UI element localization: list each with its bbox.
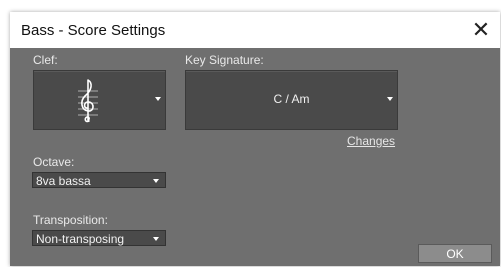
chevron-down-icon xyxy=(387,97,393,101)
transposition-dropdown[interactable]: Non-transposing xyxy=(32,230,166,246)
clef-label: Clef: xyxy=(33,53,58,67)
clef-selector[interactable] xyxy=(33,70,166,130)
transposition-value: Non-transposing xyxy=(36,232,125,246)
key-signature-selector[interactable]: C / Am xyxy=(185,70,398,130)
transposition-label: Transposition: xyxy=(33,213,108,227)
title-bar: Bass - Score Settings ✕ xyxy=(10,12,500,48)
key-signature-value: C / Am xyxy=(273,92,310,106)
octave-label: Octave: xyxy=(33,155,75,169)
ok-button[interactable]: OK xyxy=(418,244,492,263)
changes-link[interactable]: Changes xyxy=(347,134,395,148)
octave-value: 8va bassa xyxy=(36,174,91,188)
close-button[interactable]: ✕ xyxy=(462,12,500,48)
chevron-down-icon xyxy=(153,237,159,241)
score-settings-dialog: Bass - Score Settings ✕ Clef: Key Signat… xyxy=(10,12,500,266)
chevron-down-icon xyxy=(153,179,159,183)
chevron-down-icon xyxy=(155,97,161,101)
treble-clef-icon xyxy=(78,79,98,123)
octave-dropdown[interactable]: 8va bassa xyxy=(32,172,166,188)
dialog-title: Bass - Score Settings xyxy=(21,22,166,39)
dialog-content: Clef: Key Signature: C / Am Changes Octa xyxy=(10,48,500,266)
key-signature-label: Key Signature: xyxy=(185,53,264,67)
